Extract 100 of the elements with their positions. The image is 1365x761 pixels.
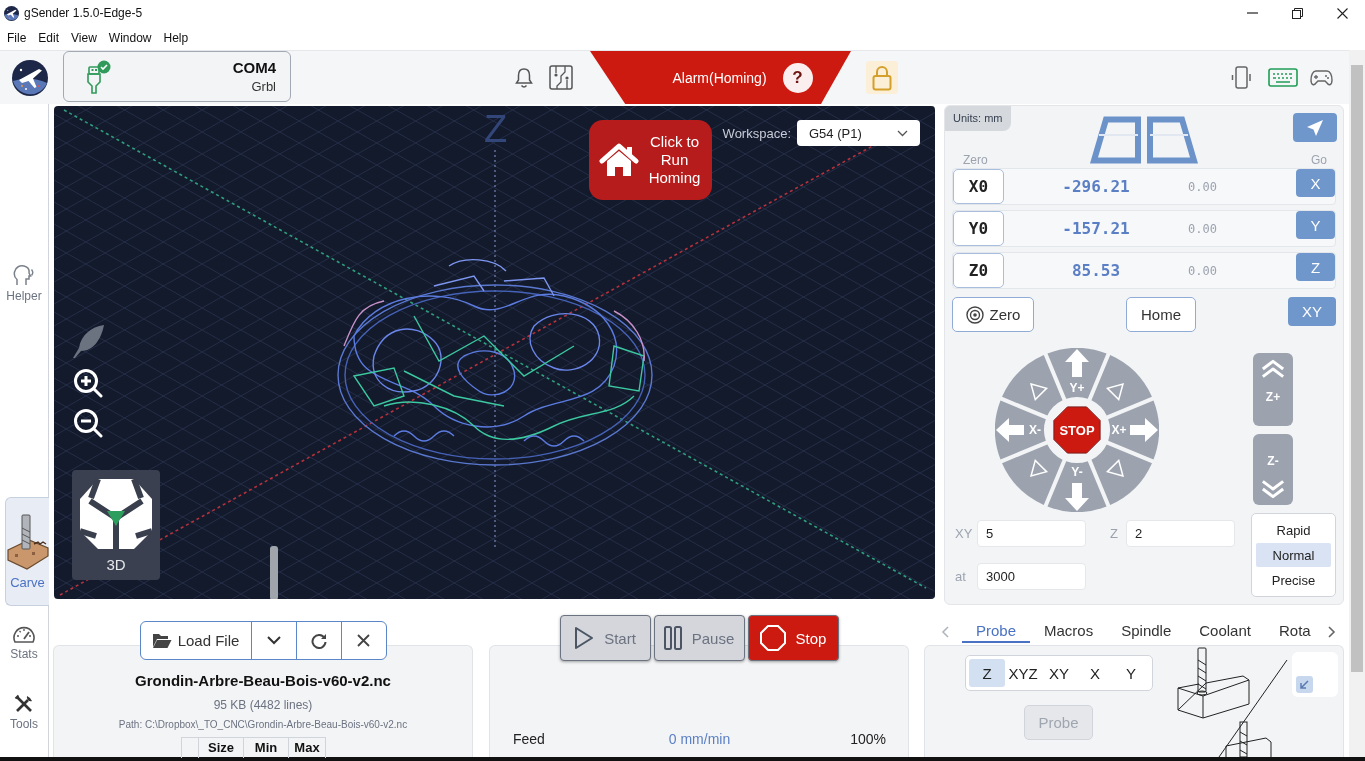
- chevron-right-icon[interactable]: [1327, 625, 1336, 638]
- play-icon: [574, 626, 595, 650]
- feather-icon[interactable]: [72, 325, 105, 358]
- connection-button[interactable]: COM4 Grbl: [63, 51, 291, 102]
- tool-bit-drawing: [270, 546, 278, 599]
- arrow-up-icon: [1065, 349, 1089, 377]
- panel-tab[interactable]: Coolant: [1185, 620, 1265, 643]
- octagon-icon: [759, 625, 786, 651]
- column-header: Max: [288, 737, 326, 758]
- paper-plane-icon: [1307, 119, 1323, 136]
- arrow-right-icon: [1130, 418, 1158, 442]
- panel-tab[interactable]: Rota: [1264, 620, 1325, 643]
- stop-button[interactable]: STOP: [1053, 406, 1101, 454]
- app-icon: [4, 5, 19, 21]
- sidebar-item[interactable]: Stats: [0, 620, 48, 665]
- go-column-label: Go: [1311, 153, 1327, 167]
- feed-rate-input[interactable]: 3000: [977, 563, 1086, 590]
- speed-option[interactable]: Precise: [1256, 568, 1331, 592]
- position-value: -157.21: [1061, 219, 1131, 238]
- sidebar-item[interactable]: Carve: [5, 497, 49, 606]
- globe-logo-icon: [12, 59, 48, 96]
- panel-tab[interactable]: Spindle: [1107, 620, 1186, 643]
- target-icon: [965, 305, 984, 324]
- end-mill-on-board-icon: [6, 513, 49, 572]
- z-step-input[interactable]: 2: [1126, 520, 1235, 547]
- keyboard-icon[interactable]: [1268, 68, 1298, 87]
- probe-axis-option[interactable]: Z: [969, 659, 1005, 687]
- stop-job-button[interactable]: Stop: [747, 615, 839, 661]
- column-header: Size: [198, 737, 243, 758]
- zero-axis-button[interactable]: Z0: [953, 253, 1004, 288]
- triangle-icon: [1029, 382, 1049, 402]
- view-cube-button[interactable]: 3D: [72, 470, 160, 580]
- alarm-status: Alarm(Homing): [672, 69, 767, 86]
- unlock-button[interactable]: [866, 61, 898, 94]
- chevron-left-icon[interactable]: [941, 625, 949, 638]
- gamepad-icon[interactable]: [1310, 68, 1333, 87]
- load-file-button[interactable]: Load File: [140, 622, 251, 659]
- help-button[interactable]: ?: [782, 62, 813, 93]
- menu-item[interactable]: Help: [157, 29, 195, 47]
- home-button[interactable]: Home: [1126, 297, 1196, 332]
- file-size: 95 KB (4482 lines): [212, 697, 314, 713]
- sidebar-item[interactable]: Tools: [0, 690, 48, 735]
- feed-rate-label: at: [954, 569, 967, 584]
- phone-icon[interactable]: [1230, 66, 1253, 89]
- scrollbar-track[interactable]: [1349, 50, 1365, 757]
- lock-icon: [872, 64, 892, 91]
- frames-icon[interactable]: [1089, 116, 1199, 164]
- menu-item[interactable]: View: [65, 29, 103, 47]
- file-path: Path: C:\Dropbox\_TO_CNC\Grondin-Arbre-Beau-Bois-v60-v2.nc: [117, 718, 409, 732]
- speed-option[interactable]: Rapid: [1256, 518, 1331, 542]
- close-icon[interactable]: [1337, 7, 1348, 19]
- send-button[interactable]: [1293, 113, 1337, 142]
- triangle-icon: [1105, 458, 1125, 478]
- zoom-out-icon[interactable]: [73, 408, 103, 438]
- speed-option[interactable]: Normal: [1256, 543, 1331, 567]
- circuit-board-icon[interactable]: [549, 65, 573, 90]
- refresh-icon: [310, 632, 327, 649]
- chevron-down-icon: [897, 129, 908, 137]
- triangle-icon: [1105, 382, 1125, 402]
- wrench-screwdriver-icon: [14, 694, 34, 714]
- menu-item[interactable]: Window: [102, 29, 158, 47]
- probe-axis-option[interactable]: X: [1077, 659, 1113, 687]
- z-step-label: Z: [1109, 526, 1119, 541]
- menu-item[interactable]: Edit: [32, 29, 66, 47]
- jog-diagonal-button[interactable]: [1002, 444, 1063, 505]
- restore-icon[interactable]: [1292, 7, 1303, 19]
- zero-all-button[interactable]: Zero: [952, 297, 1034, 332]
- close-icon: [357, 634, 370, 647]
- override-label: Feed: [513, 730, 546, 748]
- xy-step-input[interactable]: 5: [977, 520, 1086, 547]
- axis-label: Z: [484, 110, 508, 148]
- jog-diagonal-button[interactable]: [1091, 444, 1152, 505]
- house-icon: [599, 142, 639, 178]
- zero-axis-button[interactable]: Y0: [953, 211, 1004, 246]
- zero-axis-button[interactable]: X0: [953, 169, 1004, 204]
- probe-axis-option[interactable]: XYZ: [1005, 659, 1041, 687]
- scrollbar-thumb[interactable]: [1351, 65, 1363, 672]
- chevron-down-icon: [266, 636, 281, 645]
- pause-icon: [663, 626, 682, 650]
- bell-icon[interactable]: [515, 66, 533, 89]
- zoom-in-icon[interactable]: [73, 368, 103, 398]
- homing-button[interactable]: Click to Run Homing: [589, 120, 712, 200]
- workspace-label: Workspace:: [722, 125, 791, 141]
- position-value: 85.53: [1070, 261, 1122, 280]
- override-value: 0 mm/min: [668, 730, 731, 748]
- workspace-select[interactable]: G54 (P1): [797, 120, 920, 146]
- probe-axis-option[interactable]: XY: [1041, 659, 1077, 687]
- panel-tab[interactable]: Probe: [962, 620, 1031, 643]
- jog-diagonal-button[interactable]: [1091, 355, 1152, 416]
- menu-item[interactable]: File: [1, 29, 33, 47]
- zero-column-label: Zero: [963, 153, 988, 167]
- xy-step-label: XY: [954, 526, 974, 541]
- panel-tab[interactable]: Macros: [1030, 620, 1108, 643]
- sidebar-item[interactable]: Helper: [0, 261, 48, 306]
- probe-axis-option[interactable]: Y: [1113, 659, 1149, 687]
- gauge-icon: [12, 624, 36, 644]
- offset-value: 0.00: [1188, 221, 1218, 236]
- triangle-icon: [1029, 458, 1049, 478]
- jog-diagonal-button[interactable]: [1002, 355, 1063, 416]
- arrow-down-left-icon[interactable]: [1296, 676, 1313, 693]
